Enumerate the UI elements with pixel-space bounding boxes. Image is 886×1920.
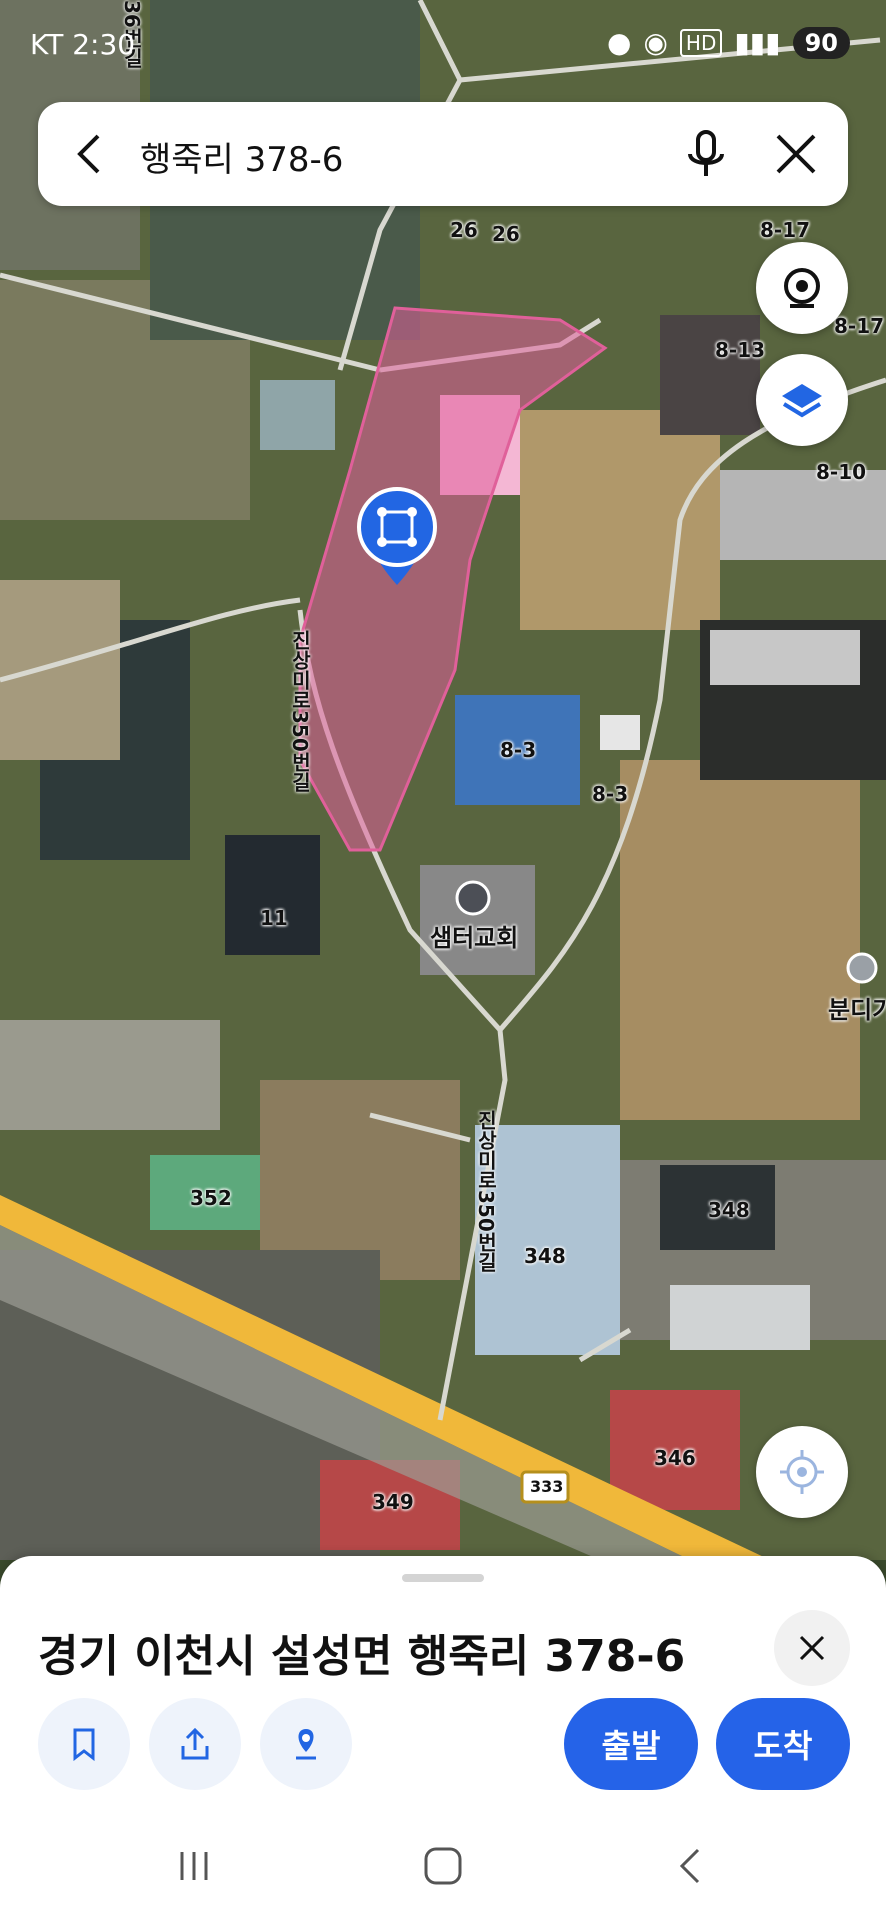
share-button[interactable] [149, 1698, 241, 1790]
poi-church-label[interactable]: 샘터교회 [430, 918, 518, 953]
search-query[interactable]: 행죽리 378-6 [140, 132, 343, 181]
home-button[interactable] [413, 1842, 473, 1890]
building-number: 8-13 [715, 338, 766, 362]
street-view-button[interactable] [756, 242, 848, 334]
place-address: 경기 이천시 설성면 행죽리 378-6 [38, 1631, 686, 1682]
map-imagery [0, 0, 886, 1560]
sheet-drag-handle[interactable] [402, 1574, 484, 1582]
close-sheet-button[interactable] [774, 1610, 850, 1686]
recent-apps-button[interactable] [164, 1842, 224, 1890]
signal-icon: ▮▮▮ [734, 26, 781, 59]
crosshair-icon [780, 1450, 824, 1494]
recents-icon [180, 1852, 208, 1880]
building-number: 349 [372, 1490, 414, 1514]
camera-pin-icon [784, 268, 820, 308]
navigate-pin-button[interactable] [260, 1698, 352, 1790]
building-number: 8-3 [500, 738, 537, 762]
microphone-icon[interactable] [678, 126, 734, 182]
carrier-time: KT 2:30 [30, 28, 136, 61]
building-number: 8-3 [592, 782, 629, 806]
poi-edge-label[interactable]: 분디기 [828, 990, 886, 1025]
current-location-button[interactable] [756, 1426, 848, 1518]
building-number: 11 [260, 906, 288, 930]
building-number: 8-17 [760, 218, 811, 242]
building-number: 8-17 [834, 314, 885, 338]
road-label: 진상미로350번길 [474, 1110, 498, 1272]
building-number: 26 [492, 222, 520, 246]
mute-status-icon: ◉ [643, 26, 668, 59]
building-number: 352 [190, 1186, 232, 1210]
search-bar[interactable]: 행죽리 378-6 [38, 102, 848, 206]
location-status-icon: ● [607, 26, 632, 59]
hd-status-icon: HD [679, 28, 723, 57]
building-number: 348 [524, 1244, 566, 1268]
layers-button[interactable] [756, 354, 848, 446]
building-number: 346 [654, 1446, 696, 1470]
arrive-button[interactable]: 도착 [716, 1698, 850, 1790]
building-number: 26 [450, 218, 478, 242]
battery-badge: 90 [792, 26, 850, 59]
close-icon [799, 1635, 825, 1661]
map-pin-icon [296, 1729, 316, 1760]
share-icon [181, 1727, 209, 1760]
bookmark-icon [73, 1728, 95, 1761]
building-number: 8-10 [816, 460, 867, 484]
back-icon [679, 1848, 700, 1884]
home-icon [424, 1847, 462, 1885]
status-bar: KT 2:30 ● ◉ HD ▮▮▮ 90 [0, 0, 886, 92]
depart-button[interactable]: 출발 [564, 1698, 698, 1790]
bookmark-button[interactable] [38, 1698, 130, 1790]
system-nav-bar [0, 1812, 886, 1920]
satellite-map[interactable]: 26 26 8-17 8-17 8-13 8-10 8-3 8-3 11 352… [0, 0, 886, 1560]
back-button[interactable] [662, 1842, 722, 1890]
layers-icon [782, 384, 822, 418]
road-label: 진상미로350번길 [288, 630, 312, 792]
clear-search-icon[interactable] [770, 128, 822, 180]
building-number: 348 [708, 1198, 750, 1222]
route-shield: 333 [530, 1477, 564, 1496]
back-arrow-icon[interactable] [68, 130, 116, 178]
